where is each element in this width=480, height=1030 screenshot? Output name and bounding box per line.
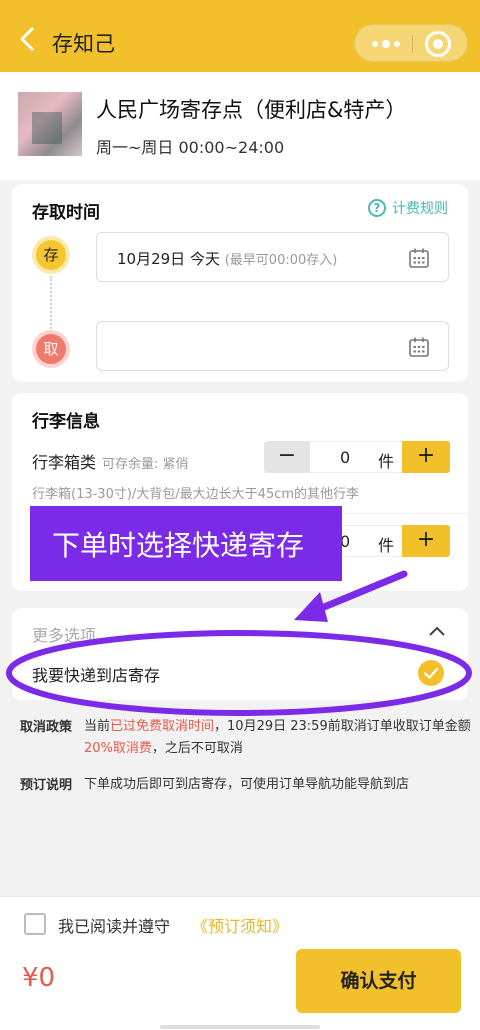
take-dot: 取 xyxy=(36,334,66,364)
fee-rules-label: 计费规则 xyxy=(392,201,448,217)
agree-checkbox[interactable] xyxy=(24,913,46,935)
decrease-button[interactable]: − xyxy=(264,441,310,473)
timeline-connector xyxy=(50,276,52,332)
booking-notes-label: 预订说明 xyxy=(20,778,73,793)
store-thumbnail xyxy=(18,92,82,156)
booking-terms-link[interactable]: 《预订须知》 xyxy=(192,913,288,937)
annotation-ellipse xyxy=(6,630,472,716)
confirm-pay-button[interactable]: 确认支付 xyxy=(296,949,461,1013)
fee-rules-link[interactable]: ? 计费规则 xyxy=(368,198,448,218)
store-name: 人民广场寄存点（便利店&特产） xyxy=(96,98,407,122)
mini-program-capsule xyxy=(354,24,468,62)
increase-button[interactable]: + xyxy=(402,525,450,557)
question-icon: ? xyxy=(368,199,386,217)
nav-bar: 存知己 xyxy=(0,6,480,72)
home-indicator xyxy=(160,1025,320,1029)
time-card: 存取时间 ? 计费规则 存 取 10月29日 今天 (最早可00:00存入) xyxy=(12,184,468,382)
more-icon[interactable] xyxy=(363,25,409,63)
remaining-capacity: 可存余量: 紧俏 xyxy=(102,457,189,472)
booking-notes-text: 下单成功后即可到店寄存，可使用订单导航功能导航到店 xyxy=(84,777,410,792)
luggage-type-row: 行李箱类 可存余量: 紧俏 xyxy=(32,449,189,473)
store-time-hint: (最早可00:00存入) xyxy=(224,253,338,268)
checkout-footer: 我已阅读并遵守 《预订须知》 ¥0 确认支付 xyxy=(0,896,480,1030)
quantity-number: 0 xyxy=(340,448,351,467)
back-icon[interactable] xyxy=(16,26,40,52)
quantity-unit: 件 xyxy=(378,452,395,471)
annotation-text: 下单时选择快递寄存 xyxy=(52,529,305,562)
page-title: 存知己 xyxy=(52,32,115,56)
calendar-icon xyxy=(409,337,429,357)
total-price: ¥0 xyxy=(22,963,56,993)
time-section-title: 存取时间 xyxy=(32,203,100,223)
cancel-policy-text: 当前已过免费取消时间，10月29日 23:59前取消订单收取订单金额20%取消费… xyxy=(84,719,471,756)
store-date-value: 10月29日 今天 xyxy=(117,250,220,268)
luggage-type-description: 行李箱(13-30寸)/大背包/最大边长大于45cm的其他行李 xyxy=(32,487,360,502)
increase-button[interactable]: + xyxy=(402,441,450,473)
luggage-section-title: 行李信息 xyxy=(32,412,100,432)
luggage-type-label: 行李箱类 xyxy=(32,453,97,472)
annotation-arrow xyxy=(294,570,408,622)
agree-text: 我已阅读并遵守 xyxy=(58,917,171,936)
quantity-stepper: − 0 件 + xyxy=(264,441,450,473)
store-time-field[interactable]: 10月29日 今天 (最早可00:00存入) xyxy=(96,232,449,282)
quantity-value[interactable]: 0 件 xyxy=(310,441,402,473)
calendar-icon xyxy=(409,248,429,268)
close-icon[interactable] xyxy=(425,31,451,57)
capsule-divider xyxy=(412,35,413,53)
quantity-unit: 件 xyxy=(378,536,395,555)
store-hours: 周一~周日 00:00~24:00 xyxy=(96,138,285,157)
take-time-field[interactable] xyxy=(96,321,449,371)
store-dot: 存 xyxy=(36,240,66,270)
store-header: 人民广场寄存点（便利店&特产） 周一~周日 00:00~24:00 xyxy=(0,72,480,180)
cancel-policy-label: 取消政策 xyxy=(20,720,73,735)
